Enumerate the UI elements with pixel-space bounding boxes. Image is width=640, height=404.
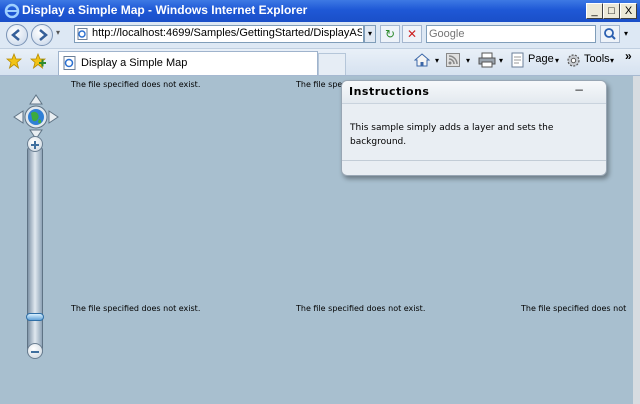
page-dropdown-button[interactable]: ▾ xyxy=(555,56,559,65)
feeds-dropdown-button[interactable]: ▾ xyxy=(466,56,470,65)
page-icon xyxy=(77,28,88,40)
print-dropdown-button[interactable]: ▾ xyxy=(499,56,503,65)
address-url[interactable]: http://localhost:4699/Samples/GettingSta… xyxy=(92,27,362,39)
search-button[interactable] xyxy=(600,25,620,43)
zoom-slider-track[interactable] xyxy=(27,147,43,355)
zoom-out-button[interactable] xyxy=(27,343,43,359)
pan-up-arrow-icon[interactable] xyxy=(29,94,43,105)
window-title: Display a Simple Map - Windows Internet … xyxy=(22,3,308,17)
back-button[interactable] xyxy=(6,24,28,46)
tile-error-message: The file specified does not exist. xyxy=(296,304,426,313)
minus-icon xyxy=(31,351,39,353)
instructions-panel: Instructions − This sample simply adds a… xyxy=(341,80,607,176)
tools-dropdown-button[interactable]: ▾ xyxy=(610,56,614,65)
instructions-header: Instructions − xyxy=(342,81,606,104)
tools-menu-button[interactable]: Tools xyxy=(584,53,610,65)
pan-left-arrow-icon[interactable] xyxy=(13,110,24,124)
ie-page-icon xyxy=(63,56,76,70)
search-options-dropdown[interactable]: ▾ xyxy=(620,25,632,43)
instructions-minimize-button[interactable]: − xyxy=(572,84,586,98)
tab-label: Display a Simple Map xyxy=(81,57,188,69)
search-input[interactable] xyxy=(429,26,589,42)
arrow-left-icon xyxy=(11,29,20,41)
print-icon[interactable] xyxy=(478,52,496,68)
pan-control[interactable] xyxy=(13,94,59,140)
home-icon[interactable] xyxy=(414,52,430,68)
panel-divider xyxy=(342,160,606,161)
tab-display-simple-map[interactable]: Display a Simple Map xyxy=(58,51,318,75)
address-field[interactable]: http://localhost:4699/Samples/GettingSta… xyxy=(74,25,364,43)
forward-button[interactable] xyxy=(31,24,53,46)
page-menu-button[interactable]: Page xyxy=(528,53,554,65)
instructions-body: This sample simply adds a layer and sets… xyxy=(350,123,554,147)
instructions-title: Instructions xyxy=(349,85,430,98)
plus-icon xyxy=(31,141,39,149)
tile-error-message: The file specified does not exist. xyxy=(71,304,201,313)
magnifier-icon xyxy=(604,28,616,40)
maximize-button[interactable]: □ xyxy=(603,3,620,19)
history-dropdown-button[interactable]: ▾ xyxy=(56,28,66,40)
arrow-right-icon xyxy=(39,29,48,41)
feeds-icon[interactable] xyxy=(446,53,460,67)
title-bar[interactable]: Display a Simple Map - Windows Internet … xyxy=(0,0,640,22)
vertical-scrollbar[interactable] xyxy=(633,76,640,404)
ie-logo-icon xyxy=(4,3,20,19)
tile-error-message: The file specified does not exist. xyxy=(71,80,201,89)
toolbar-overflow-button[interactable]: » xyxy=(625,49,632,63)
gear-icon xyxy=(567,54,580,67)
refresh-button[interactable]: ↻ xyxy=(380,25,400,43)
add-favorites-icon[interactable] xyxy=(30,53,46,69)
stop-button[interactable]: ✕ xyxy=(402,25,422,43)
zoom-slider-thumb[interactable] xyxy=(26,313,44,321)
close-button[interactable]: X xyxy=(620,3,637,19)
page-menu-icon xyxy=(511,52,524,68)
pan-right-arrow-icon[interactable] xyxy=(48,110,59,124)
zoom-in-button[interactable] xyxy=(27,136,43,152)
home-dropdown-button[interactable]: ▾ xyxy=(435,56,439,65)
tile-error-message: The file specified does not xyxy=(521,304,627,313)
new-tab-button[interactable] xyxy=(318,53,346,75)
address-toolbar: ▾ http://localhost:4699/Samples/GettingS… xyxy=(0,22,640,49)
address-dropdown-button[interactable]: ▾ xyxy=(364,25,376,43)
favorites-star-icon[interactable] xyxy=(6,53,22,69)
search-box[interactable] xyxy=(426,25,596,43)
minimize-button[interactable]: _ xyxy=(586,3,603,19)
